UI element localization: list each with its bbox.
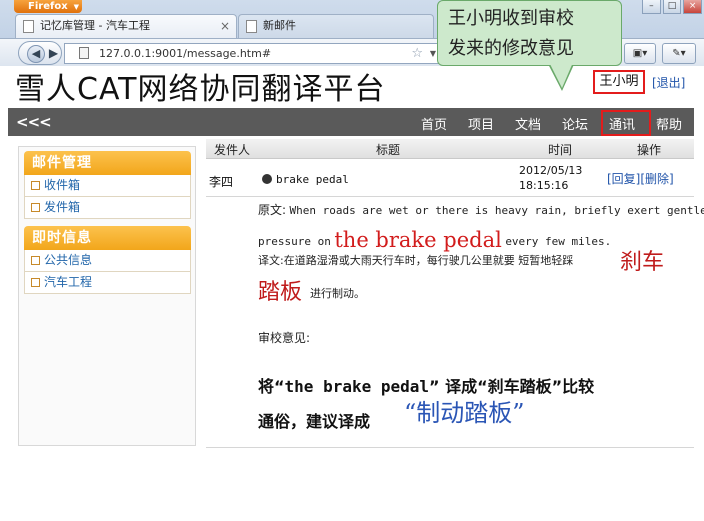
row-sender: 李四 xyxy=(209,175,234,189)
bookmark-star-icon[interactable]: ☆ xyxy=(411,44,423,63)
nav-home[interactable]: 首页 xyxy=(421,114,447,133)
close-window-icon[interactable]: × xyxy=(683,0,703,14)
sidebar-group-instant[interactable]: 即时信息 xyxy=(24,226,191,250)
main-nav-bar xyxy=(8,108,694,136)
original-label: 原文: xyxy=(258,203,287,217)
link-icon xyxy=(31,181,40,190)
mail-icon xyxy=(262,174,272,184)
divider xyxy=(206,196,694,197)
address-bar[interactable]: 127.0.0.1:9001/message.htm# ☆ ▼ C xyxy=(64,43,459,64)
nav-projects[interactable]: 项目 xyxy=(468,114,494,133)
back-forward-buttons[interactable]: ◀ ▶ xyxy=(18,41,62,65)
callout-tail xyxy=(548,60,574,88)
review-text-1a: 将“ xyxy=(258,377,285,396)
row-subject[interactable]: brake pedal xyxy=(262,173,349,186)
sidebar-item-auto[interactable]: 汽车工程 xyxy=(24,272,191,294)
divider xyxy=(206,447,694,448)
sidebar-group-mail[interactable]: 邮件管理 xyxy=(24,151,191,175)
original-text-2b: every few miles. xyxy=(505,235,612,248)
col-action: 操作 xyxy=(637,143,662,157)
site-title: 雪人CAT网络协同翻译平台 xyxy=(15,72,386,107)
active-nav-highlight xyxy=(601,110,651,136)
window-controls: – □ × xyxy=(642,0,703,16)
current-user: 王小明 xyxy=(593,70,645,94)
firefox-label: Firefox xyxy=(28,1,68,12)
browser-tab-2[interactable]: 新邮件 xyxy=(238,14,434,38)
col-subject: 标题 xyxy=(376,143,401,157)
forward-arrow-icon[interactable]: ▶ xyxy=(49,46,58,60)
delete-link[interactable]: [删除] xyxy=(640,172,673,186)
original-text-1: When roads are wet or there is heavy rai… xyxy=(289,204,704,217)
minimize-icon[interactable]: – xyxy=(642,0,661,14)
collapse-nav-button[interactable]: <<< xyxy=(16,113,52,131)
sidebar-item-label: 公共信息 xyxy=(44,253,93,267)
link-icon xyxy=(31,203,40,212)
sidebar-item-label: 发件箱 xyxy=(44,200,81,214)
callout-line-2: 发来的修改意见 xyxy=(448,38,574,59)
review-label: 审校意见: xyxy=(258,331,311,345)
link-icon xyxy=(31,256,40,265)
chevron-down-icon: ▼ xyxy=(73,3,80,11)
callout-line-1: 王小明收到审校 xyxy=(448,8,574,29)
nav-forum[interactable]: 论坛 xyxy=(562,114,588,133)
back-arrow-icon[interactable]: ◀ xyxy=(27,45,45,63)
row-time: 2012/05/13 18:15:16 xyxy=(519,163,589,193)
tools-menu-button[interactable]: ✎▾ xyxy=(662,43,696,64)
sidebar-item-label: 收件箱 xyxy=(44,178,81,192)
original-text-line-2: pressure on the brake pedal every few mi… xyxy=(258,228,611,252)
maximize-icon[interactable]: □ xyxy=(662,0,682,14)
tab-title: 记忆库管理 - 汽车工程 xyxy=(40,19,150,32)
col-time: 时间 xyxy=(548,143,573,157)
chevron-down-icon[interactable]: ▼ xyxy=(430,44,436,63)
sidebar-item-outbox[interactable]: 发件箱 xyxy=(24,197,191,219)
sidebar-item-label: 汽车工程 xyxy=(44,275,93,289)
original-term: the brake pedal xyxy=(334,228,502,252)
translation-text-1: 在道路湿滑或大雨天行车时，每行驶几公里就要 短暂地轻踩 xyxy=(283,254,574,267)
sidebar-item-public[interactable]: 公共信息 xyxy=(24,250,191,272)
logout-link[interactable]: [退出] xyxy=(652,74,685,91)
nav-help[interactable]: 帮助 xyxy=(656,114,682,133)
tab-title: 新邮件 xyxy=(263,19,296,32)
reply-link[interactable]: [回复] xyxy=(607,172,640,186)
subject-text: brake pedal xyxy=(276,173,349,186)
close-tab-icon[interactable]: × xyxy=(220,15,230,37)
review-line-2: 通俗，建议译成 xyxy=(258,412,371,431)
firefox-menu-button[interactable]: Firefox ▼ xyxy=(14,0,82,13)
page-icon xyxy=(246,20,257,33)
review-suggested-term: “制动踏板” xyxy=(404,399,525,427)
col-sender: 发件人 xyxy=(214,143,251,157)
annotation-callout: 王小明收到审校 发来的修改意见 xyxy=(437,0,622,66)
sidebar-item-inbox[interactable]: 收件箱 xyxy=(24,175,191,197)
page-icon xyxy=(23,20,34,33)
row-actions: [回复][删除] xyxy=(607,170,674,187)
table-header xyxy=(206,139,694,159)
original-text-line-1: 原文: When roads are wet or there is heavy… xyxy=(258,201,704,218)
url-text: 127.0.0.1:9001/message.htm# xyxy=(99,47,272,60)
translation-term-2: 踏板 xyxy=(258,280,303,305)
translation-text-2: 进行制动。 xyxy=(310,287,365,300)
translation-label: 译文: xyxy=(258,254,284,267)
browser-tab-1[interactable]: 记忆库管理 - 汽车工程 × xyxy=(15,14,237,38)
original-text-2a: pressure on xyxy=(258,235,331,248)
toolbar-button[interactable]: ▣▾ xyxy=(624,43,656,64)
translation-term-1: 刹车 xyxy=(620,250,665,275)
row-date: 2012/05/13 xyxy=(519,164,583,177)
row-clock: 18:15:16 xyxy=(519,179,569,192)
page-icon xyxy=(79,47,89,59)
nav-documents[interactable]: 文档 xyxy=(515,114,541,133)
link-icon xyxy=(31,278,40,287)
translation-line-1: 译文:在道路湿滑或大雨天行车时，每行驶几公里就要 短暂地轻踩 xyxy=(258,252,573,268)
